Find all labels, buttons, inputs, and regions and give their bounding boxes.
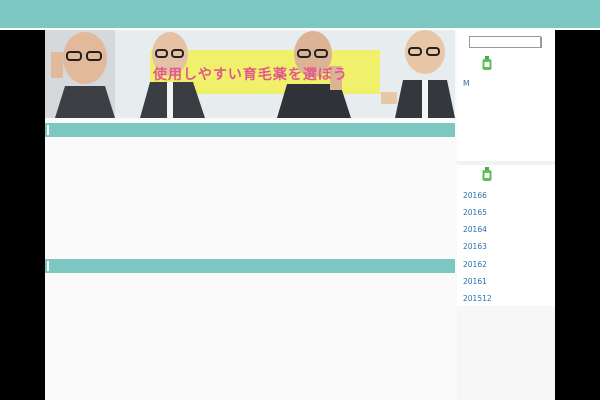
archive-link-20164[interactable]: 20164	[463, 225, 487, 234]
main-content: 使用しやすい育毛薬を選ぼう	[45, 30, 457, 400]
widget-separator	[457, 161, 555, 165]
sidebar-link-m[interactable]: M	[463, 79, 469, 88]
top-header-bar	[0, 0, 600, 28]
archive-link-201512[interactable]: 201512	[463, 294, 492, 303]
search-button[interactable]	[540, 37, 542, 48]
page-container: 使用しやすい育毛薬を選ぼう M 20166 20165 20164 20163 …	[45, 30, 555, 400]
section-bar-marker	[47, 125, 49, 135]
section-bar-marker	[47, 261, 49, 271]
archive-link-20166[interactable]: 20166	[463, 191, 487, 200]
sidebar: M 20166 20165 20164 20163 20162 20161 20…	[457, 30, 555, 400]
banner-person-1	[45, 30, 115, 118]
search-input[interactable]	[469, 36, 541, 48]
bottle-icon	[482, 167, 492, 181]
sidebar-empty-area	[457, 306, 555, 400]
banner-title: 使用しやすい育毛薬を選ぼう	[153, 67, 348, 83]
header-banner[interactable]: 使用しやすい育毛薬を選ぼう	[45, 30, 455, 118]
section-header-bar-1	[45, 123, 455, 137]
archive-link-20165[interactable]: 20165	[463, 208, 487, 217]
archive-link-20162[interactable]: 20162	[463, 260, 487, 269]
archive-link-20163[interactable]: 20163	[463, 242, 487, 251]
bottle-icon	[482, 56, 492, 70]
archive-link-20161[interactable]: 20161	[463, 277, 487, 286]
section-header-bar-2	[45, 259, 455, 273]
